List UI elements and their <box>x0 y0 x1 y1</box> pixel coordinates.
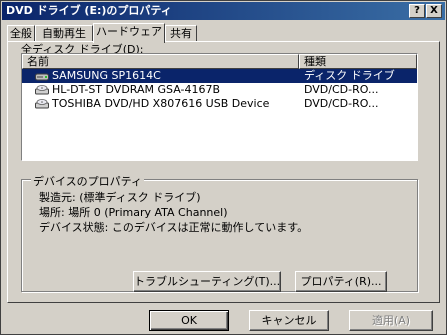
drive-row[interactable]: SAMSUNG SP1614C ディスク ドライブ <box>22 69 417 83</box>
close-button[interactable]: X <box>426 4 442 18</box>
tab-general[interactable]: 全般 <box>7 25 35 42</box>
column-header-name[interactable]: 名前 <box>22 54 299 69</box>
drive-name: HL-DT-ST DVDRAM GSA-4167B <box>52 83 221 96</box>
drive-name: SAMSUNG SP1614C <box>52 69 161 82</box>
hard-disk-icon <box>35 73 49 81</box>
column-header-type[interactable]: 種類 <box>299 54 417 69</box>
properties-dialog: DVD ドライブ (E:)のプロパティ ? X 全般 自動再生 ハードウェア 共… <box>0 0 447 335</box>
drive-type: DVD/CD-RO... <box>304 97 379 110</box>
drive-row[interactable]: TOSHIBA DVD/HD X807616 USB Device DVD/CD… <box>22 97 417 111</box>
window-title: DVD ドライブ (E:)のプロパティ <box>6 4 172 17</box>
tab-autoplay[interactable]: 自動再生 <box>35 25 93 42</box>
drive-type: DVD/CD-RO... <box>304 83 379 96</box>
troubleshoot-button[interactable]: トラブルシューティング(T)... <box>133 271 281 292</box>
tab-sharing[interactable]: 共有 <box>165 25 197 42</box>
apply-button[interactable]: 適用(A) <box>349 310 433 331</box>
drive-name: TOSHIBA DVD/HD X807616 USB Device <box>52 97 270 110</box>
properties-button[interactable]: プロパティ(R)... <box>295 271 387 292</box>
manufacturer-text: 製造元: (標準ディスク ドライブ) <box>39 191 201 204</box>
drive-row[interactable]: HL-DT-ST DVDRAM GSA-4167B DVD/CD-RO... <box>22 83 417 97</box>
drive-list[interactable]: 名前 種類 SAMSUNG SP1614C ディスク ドライブ HL-DT-ST… <box>21 53 418 161</box>
device-status-text: デバイス状態: このデバイスは正常に動作しています。 <box>39 221 309 234</box>
help-button[interactable]: ? <box>409 4 425 18</box>
list-header: 名前 種類 <box>22 54 417 69</box>
cancel-button[interactable]: キャンセル <box>249 310 329 331</box>
ok-button[interactable]: OK <box>149 310 229 331</box>
title-bar[interactable]: DVD ドライブ (E:)のプロパティ ? X <box>2 2 445 20</box>
tab-hardware[interactable]: ハードウェア <box>93 23 165 43</box>
optical-drive-icon <box>35 85 49 95</box>
device-properties-title: デバイスのプロパティ <box>31 173 145 189</box>
location-text: 場所: 場所 0 (Primary ATA Channel) <box>39 206 228 219</box>
drive-type: ディスク ドライブ <box>304 69 395 82</box>
optical-drive-icon <box>35 99 49 109</box>
